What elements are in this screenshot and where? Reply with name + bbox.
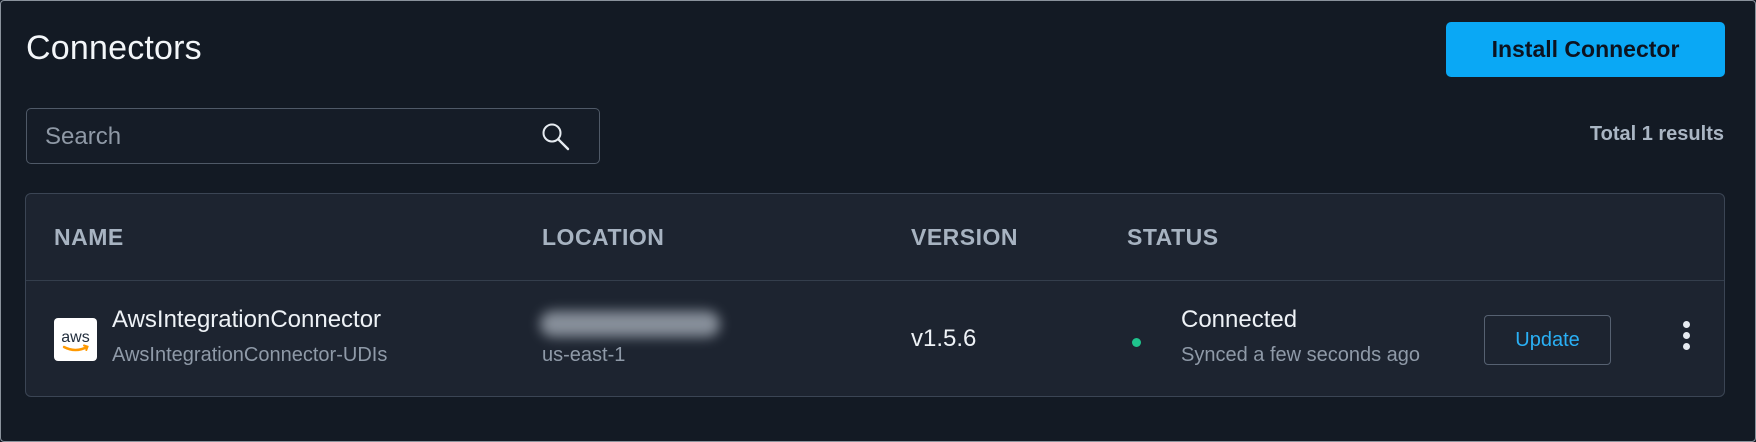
status-detail: Synced a few seconds ago	[1181, 344, 1421, 366]
search-input[interactable]	[43, 109, 527, 165]
aws-logo-icon: aws	[54, 318, 97, 361]
status-dot-icon	[1132, 338, 1141, 347]
connector-version: v1.5.6	[911, 325, 977, 352]
connector-name[interactable]: AwsIntegrationConnector	[112, 306, 381, 334]
update-button[interactable]: Update	[1484, 315, 1611, 365]
redacted-location	[540, 311, 720, 337]
total-results-count: Total 1 results	[1589, 123, 1724, 145]
table-header: NAME LOCATION VERSION STATUS	[26, 194, 1724, 281]
connectors-panel: Connectors Install Connector Total 1 res…	[0, 0, 1756, 442]
page-title: Connectors	[26, 29, 202, 67]
column-header-location[interactable]: LOCATION	[542, 224, 664, 251]
column-header-status[interactable]: STATUS	[1127, 224, 1219, 251]
svg-text:aws: aws	[61, 329, 89, 346]
connectors-table: NAME LOCATION VERSION STATUS aws AwsInte…	[25, 193, 1725, 397]
table-row[interactable]: aws AwsIntegrationConnector AwsIntegrati…	[26, 281, 1724, 396]
column-header-name[interactable]: NAME	[54, 224, 124, 251]
connector-subname: AwsIntegrationConnector-UDIs	[112, 344, 388, 366]
search-icon[interactable]	[540, 121, 572, 153]
more-options-icon[interactable]	[1678, 321, 1694, 357]
column-header-version[interactable]: VERSION	[911, 224, 1018, 251]
search-box[interactable]	[26, 108, 600, 165]
install-connector-button[interactable]: Install Connector	[1446, 22, 1725, 77]
location-region: us-east-1	[542, 344, 626, 366]
status-label: Connected	[1181, 306, 1298, 333]
